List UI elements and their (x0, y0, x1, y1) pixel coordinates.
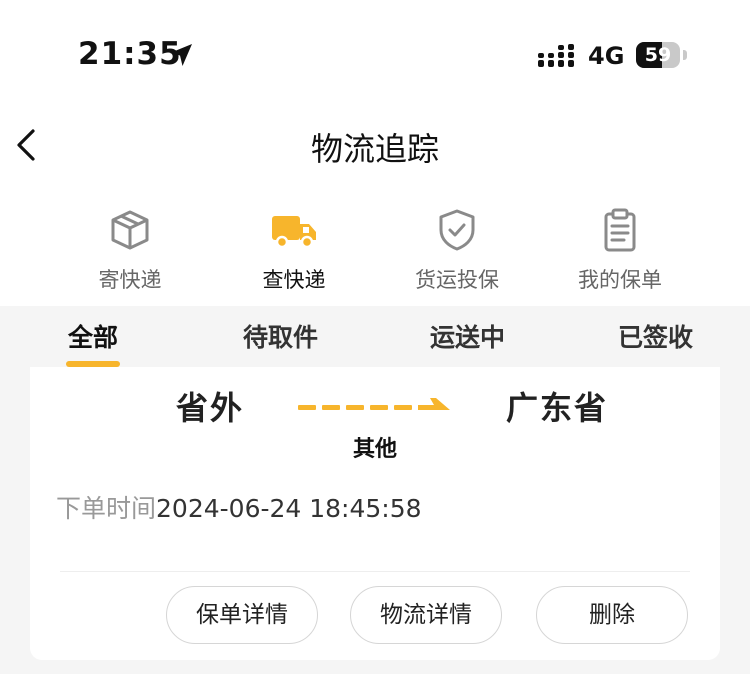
order-time-label: 下单时间 (56, 494, 157, 523)
shipment-card[interactable]: 省外 广东省 其他 下单时间2024-06-24 18:45:58 保单详情 物… (30, 367, 720, 660)
origin-city: 省外 (176, 389, 245, 427)
delete-button[interactable]: 删除 (536, 586, 688, 644)
service-label: 查快递 (262, 268, 326, 292)
tab-in-transit[interactable]: 运送中 (430, 318, 505, 354)
tab-all[interactable]: 全部 (68, 318, 118, 354)
battery-percent: 59 (644, 44, 672, 66)
package-icon (111, 210, 149, 250)
route-arrow-icon (298, 398, 450, 410)
service-track-express[interactable]: 查快递 (219, 208, 369, 294)
shield-check-icon (439, 209, 475, 251)
order-time-row: 下单时间2024-06-24 18:45:58 (56, 489, 422, 525)
service-label: 货运投保 (415, 268, 499, 292)
policy-detail-button[interactable]: 保单详情 (166, 586, 318, 644)
battery-cap (683, 50, 687, 60)
signal-icon (538, 44, 574, 67)
truck-icon (272, 216, 316, 249)
battery-icon: 59 (636, 42, 680, 68)
network-type: 4G (588, 42, 625, 70)
tab-pending-pickup[interactable]: 待取件 (243, 318, 318, 354)
service-cargo-insurance[interactable]: 货运投保 (382, 208, 532, 294)
status-time: 21:35 (78, 36, 182, 72)
service-my-policies[interactable]: 我的保单 (545, 208, 695, 294)
destination-city: 广东省 (506, 389, 609, 427)
location-arrow-icon (170, 44, 192, 66)
logistics-detail-button[interactable]: 物流详情 (350, 586, 502, 644)
service-send-express[interactable]: 寄快递 (55, 208, 205, 294)
page-title: 物流追踪 (310, 130, 439, 168)
service-label: 寄快递 (98, 268, 162, 292)
service-label: 我的保单 (578, 268, 662, 292)
tab-signed[interactable]: 已签收 (618, 318, 693, 354)
order-time-value: 2024-06-24 18:45:58 (156, 494, 422, 523)
divider (60, 571, 690, 572)
carrier-name: 其他 (352, 437, 397, 462)
clipboard-icon (604, 208, 636, 252)
